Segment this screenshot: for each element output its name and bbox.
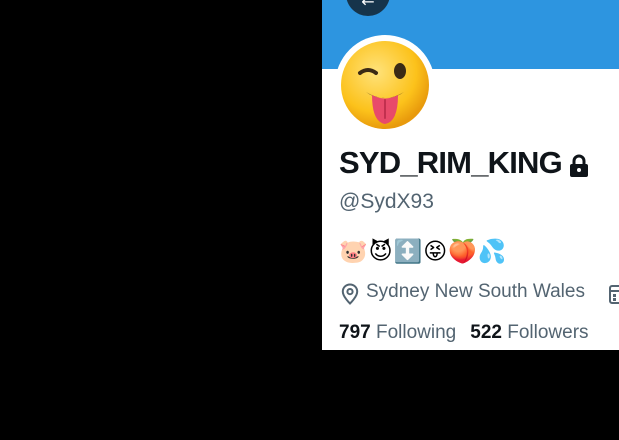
location-pin-icon (341, 283, 359, 305)
following-label: Following (375, 322, 457, 343)
profile-location: Sydney New South Wales (366, 281, 585, 302)
winking-tongue-emoji-icon (341, 41, 429, 129)
profile-card: ← SYD_RIM_KING @SydX93 🐷😈↕️😝🍑💦 Sydney Ne… (322, 0, 619, 350)
display-name: SYD_RIM_KING (339, 145, 563, 180)
followers-label: Followers (507, 322, 589, 343)
profile-handle: @SydX93 (339, 190, 434, 213)
following-count: 797 (339, 322, 371, 343)
followers-link[interactable]: 522 Followers (470, 322, 588, 343)
following-link[interactable]: 797 Following (339, 322, 456, 343)
profile-stats: 797 Following 522 Followers (339, 322, 589, 344)
calendar-icon (609, 285, 619, 304)
arrow-left-icon: ← (361, 0, 375, 11)
back-button[interactable]: ← (346, 0, 390, 16)
profile-bio: 🐷😈↕️😝🍑💦 (339, 239, 508, 265)
avatar[interactable] (335, 35, 435, 135)
lock-icon (570, 154, 588, 177)
followers-count: 522 (470, 322, 502, 343)
